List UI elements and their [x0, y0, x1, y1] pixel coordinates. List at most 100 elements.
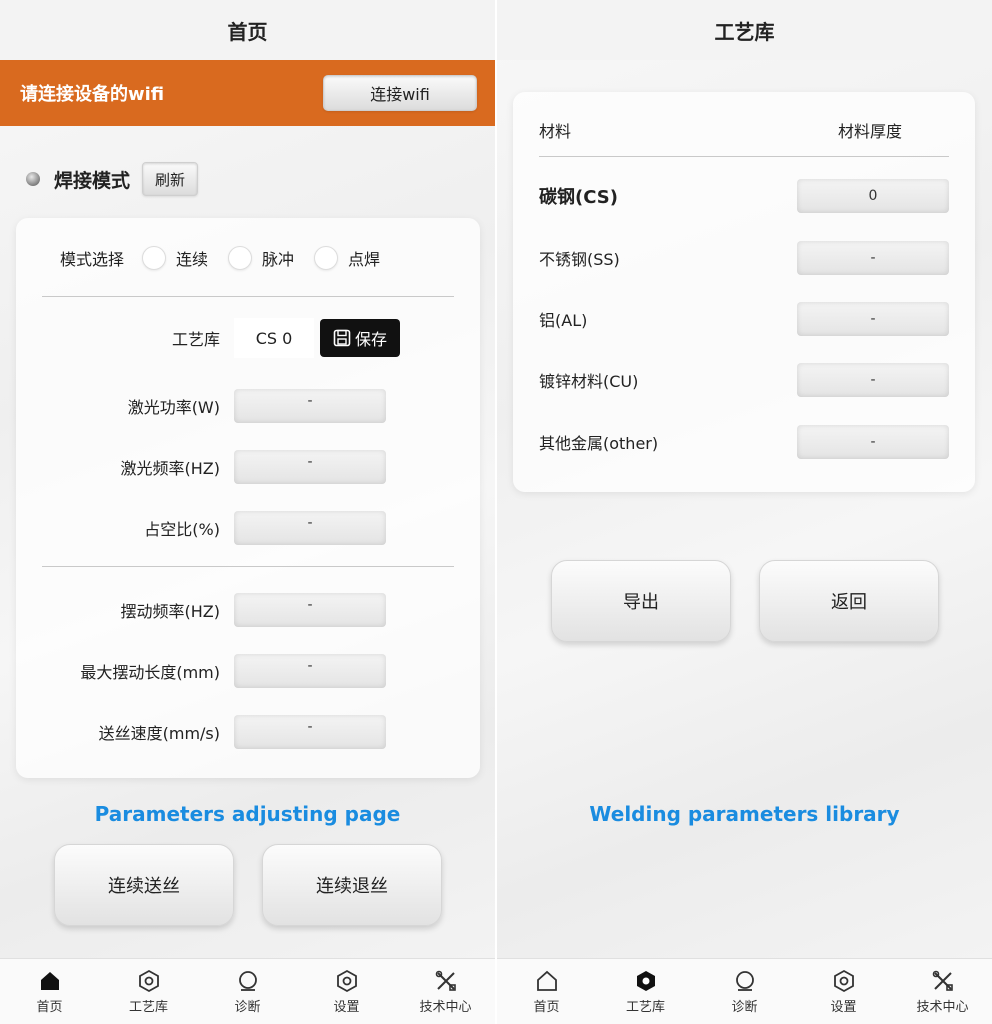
wifi-message: 请连接设备的wifi — [20, 84, 165, 105]
mode-option-label: 点焊 — [348, 250, 381, 269]
tab-label: 技术中心 — [916, 999, 969, 1015]
divider — [42, 566, 454, 567]
process-lib-row: 工艺库 CS 0 保存 — [16, 318, 480, 358]
process-lib-label: 工艺库 — [171, 330, 220, 349]
tab-settings[interactable]: 设置 — [297, 959, 396, 1024]
thickness-input[interactable]: - — [797, 363, 949, 397]
param-row-wire-feed-speed: 送丝速度(mm/s) - — [16, 714, 480, 750]
tab-label: 工艺库 — [128, 999, 168, 1015]
material-name: 镀锌材料(CU) — [539, 372, 639, 391]
weld-mode-title: 焊接模式 — [54, 169, 131, 192]
material-row-cu[interactable]: 镀锌材料(CU) - — [539, 362, 949, 398]
material-name: 铝(AL) — [539, 311, 588, 330]
material-name: 碳钢(CS) — [539, 187, 618, 208]
tab-diagnose[interactable]: 诊断 — [695, 959, 794, 1024]
tab-home[interactable]: 首页 — [0, 959, 99, 1024]
thickness-input[interactable]: - — [797, 302, 949, 336]
material-row-al[interactable]: 铝(AL) - — [539, 301, 949, 337]
library-icon — [138, 969, 159, 992]
param-row-max-swing-length: 最大摆动长度(mm) - — [16, 653, 480, 689]
thickness-header: 材料厚度 — [837, 122, 902, 141]
wifi-banner: 请连接设备的wifi 连接wifi — [0, 60, 495, 126]
material-row-other[interactable]: 其他金属(other) - — [539, 424, 949, 460]
home-icon — [536, 970, 557, 991]
param-label: 激光频率(HZ) — [120, 459, 220, 478]
material-row-cs[interactable]: 碳钢(CS) 0 — [539, 178, 949, 214]
process-lib-value[interactable]: CS 0 — [234, 318, 314, 358]
hexagon-nut-icon — [336, 969, 357, 992]
param-label: 最大摆动长度(mm) — [80, 663, 220, 682]
divider — [42, 296, 454, 297]
radio-spot[interactable] — [314, 246, 339, 270]
tab-label: 设置 — [830, 999, 857, 1015]
weld-mode-row: 焊接模式 刷新 — [26, 162, 199, 196]
tab-label: 首页 — [36, 999, 63, 1015]
continuous-feed-button[interactable]: 连续送丝 — [54, 844, 234, 926]
mode-option-spot[interactable]: 点焊 — [314, 246, 390, 270]
material-name: 其他金属(other) — [539, 434, 659, 453]
param-label: 激光功率(W) — [127, 398, 220, 417]
tab-label: 工艺库 — [625, 999, 665, 1015]
laser-frequency-input[interactable]: - — [234, 450, 386, 484]
tab-label: 诊断 — [731, 999, 758, 1015]
tab-label: 设置 — [333, 999, 360, 1015]
tab-library[interactable]: 工艺库 — [99, 959, 198, 1024]
tab-library[interactable]: 工艺库 — [596, 959, 695, 1024]
tab-home[interactable]: 首页 — [497, 959, 596, 1024]
hexagon-nut-icon — [833, 969, 854, 992]
page-title: 首页 — [0, 0, 495, 60]
tab-label: 诊断 — [234, 999, 261, 1015]
mode-option-pulse[interactable]: 脉冲 — [228, 246, 304, 270]
divider — [539, 156, 949, 157]
param-row-swing-frequency: 摆动频率(HZ) - — [16, 592, 480, 628]
mode-option-label: 连续 — [176, 250, 209, 269]
param-row-laser-frequency: 激光频率(HZ) - — [16, 449, 480, 485]
param-row-laser-power: 激光功率(W) - — [16, 388, 480, 424]
mode-select: 模式选择 连续 脉冲 点焊 — [60, 246, 400, 270]
thickness-input[interactable]: - — [797, 425, 949, 459]
home-icon — [40, 971, 59, 990]
tab-bar: 首页 工艺库 诊断 设置 技术中心 — [0, 958, 495, 1024]
tab-tech-center[interactable]: 技术中心 — [396, 959, 495, 1024]
tab-settings[interactable]: 设置 — [794, 959, 893, 1024]
mode-select-label: 模式选择 — [60, 250, 125, 269]
export-button[interactable]: 导出 — [551, 560, 731, 642]
tab-diagnose[interactable]: 诊断 — [198, 959, 297, 1024]
tools-icon — [435, 970, 456, 991]
search-icon — [238, 970, 257, 991]
caption: Welding parameters library — [589, 802, 900, 826]
continuous-retract-button[interactable]: 连续退丝 — [262, 844, 442, 926]
library-icon — [636, 970, 655, 991]
floppy-disk-icon — [333, 329, 351, 347]
radio-continuous[interactable] — [142, 246, 167, 270]
status-dot-icon — [26, 172, 40, 186]
max-swing-length-input[interactable]: - — [234, 654, 386, 688]
tab-bar: 首页 工艺库 诊断 设置 技术中心 — [497, 958, 992, 1024]
param-label: 送丝速度(mm/s) — [98, 724, 220, 743]
tab-tech-center[interactable]: 技术中心 — [893, 959, 992, 1024]
swing-frequency-input[interactable]: - — [234, 593, 386, 627]
save-button[interactable]: 保存 — [320, 319, 400, 357]
wire-feed-speed-input[interactable]: - — [234, 715, 386, 749]
connect-wifi-button[interactable]: 连接wifi — [323, 75, 477, 111]
radio-pulse[interactable] — [228, 246, 253, 270]
material-header: 材料 — [539, 122, 572, 141]
duty-cycle-input[interactable]: - — [234, 511, 386, 545]
mode-option-continuous[interactable]: 连续 — [142, 246, 218, 270]
param-row-duty-cycle: 占空比(%) - — [16, 510, 480, 546]
thickness-input[interactable]: - — [797, 241, 949, 275]
tab-label: 技术中心 — [419, 999, 472, 1015]
library-card: 材料 材料厚度 碳钢(CS) 0 不锈钢(SS) - 铝(AL) - 镀锌材料(… — [513, 92, 975, 492]
material-name: 不锈钢(SS) — [539, 250, 620, 269]
material-row-ss[interactable]: 不锈钢(SS) - — [539, 240, 949, 276]
search-icon — [735, 970, 754, 991]
back-button[interactable]: 返回 — [759, 560, 939, 642]
tools-icon — [932, 970, 953, 991]
save-label: 保存 — [354, 330, 387, 349]
refresh-button[interactable]: 刷新 — [142, 162, 199, 196]
laser-power-input[interactable]: - — [234, 389, 386, 423]
thickness-input[interactable]: 0 — [797, 179, 949, 213]
param-label: 占空比(%) — [144, 520, 220, 539]
mode-option-label: 脉冲 — [262, 250, 295, 269]
page-title: 工艺库 — [497, 0, 992, 60]
